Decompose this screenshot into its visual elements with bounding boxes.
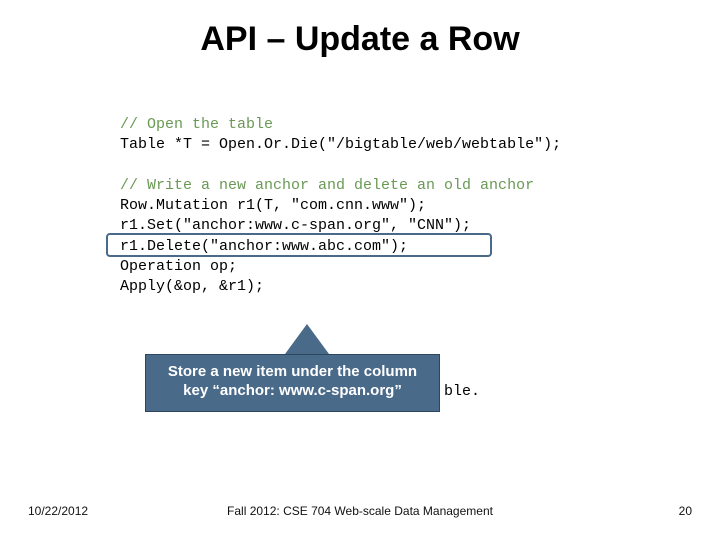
code-block: // Open the table Table *T = Open.Or.Die… bbox=[120, 115, 561, 297]
callout-arrow-icon bbox=[285, 324, 329, 354]
code-line-rowmutation: Row.Mutation r1(T, "com.cnn.www"); bbox=[120, 197, 426, 214]
slide-title: API – Update a Row bbox=[0, 20, 720, 59]
code-line-delete: r1.Delete("anchor:www.abc.com"); bbox=[120, 238, 408, 255]
code-line-set: r1.Set("anchor:www.c-span.org", "CNN"); bbox=[120, 217, 471, 234]
code-comment-write-anchor: // Write a new anchor and delete an old … bbox=[120, 177, 534, 194]
code-line-apply: Apply(&op, &r1); bbox=[120, 278, 264, 295]
footer-page-number: 20 bbox=[679, 504, 692, 518]
callout: Store a new item under the column key “a… bbox=[145, 324, 440, 412]
code-line-operation: Operation op; bbox=[120, 258, 237, 275]
obscured-background-text: ble. bbox=[444, 383, 480, 400]
footer-course: Fall 2012: CSE 704 Web-scale Data Manage… bbox=[0, 504, 720, 518]
callout-text: Store a new item under the column key “a… bbox=[168, 363, 417, 399]
code-comment-open-table: // Open the table bbox=[120, 116, 273, 133]
code-line-open: Table *T = Open.Or.Die("/bigtable/web/we… bbox=[120, 136, 561, 153]
callout-box: Store a new item under the column key “a… bbox=[145, 354, 440, 412]
